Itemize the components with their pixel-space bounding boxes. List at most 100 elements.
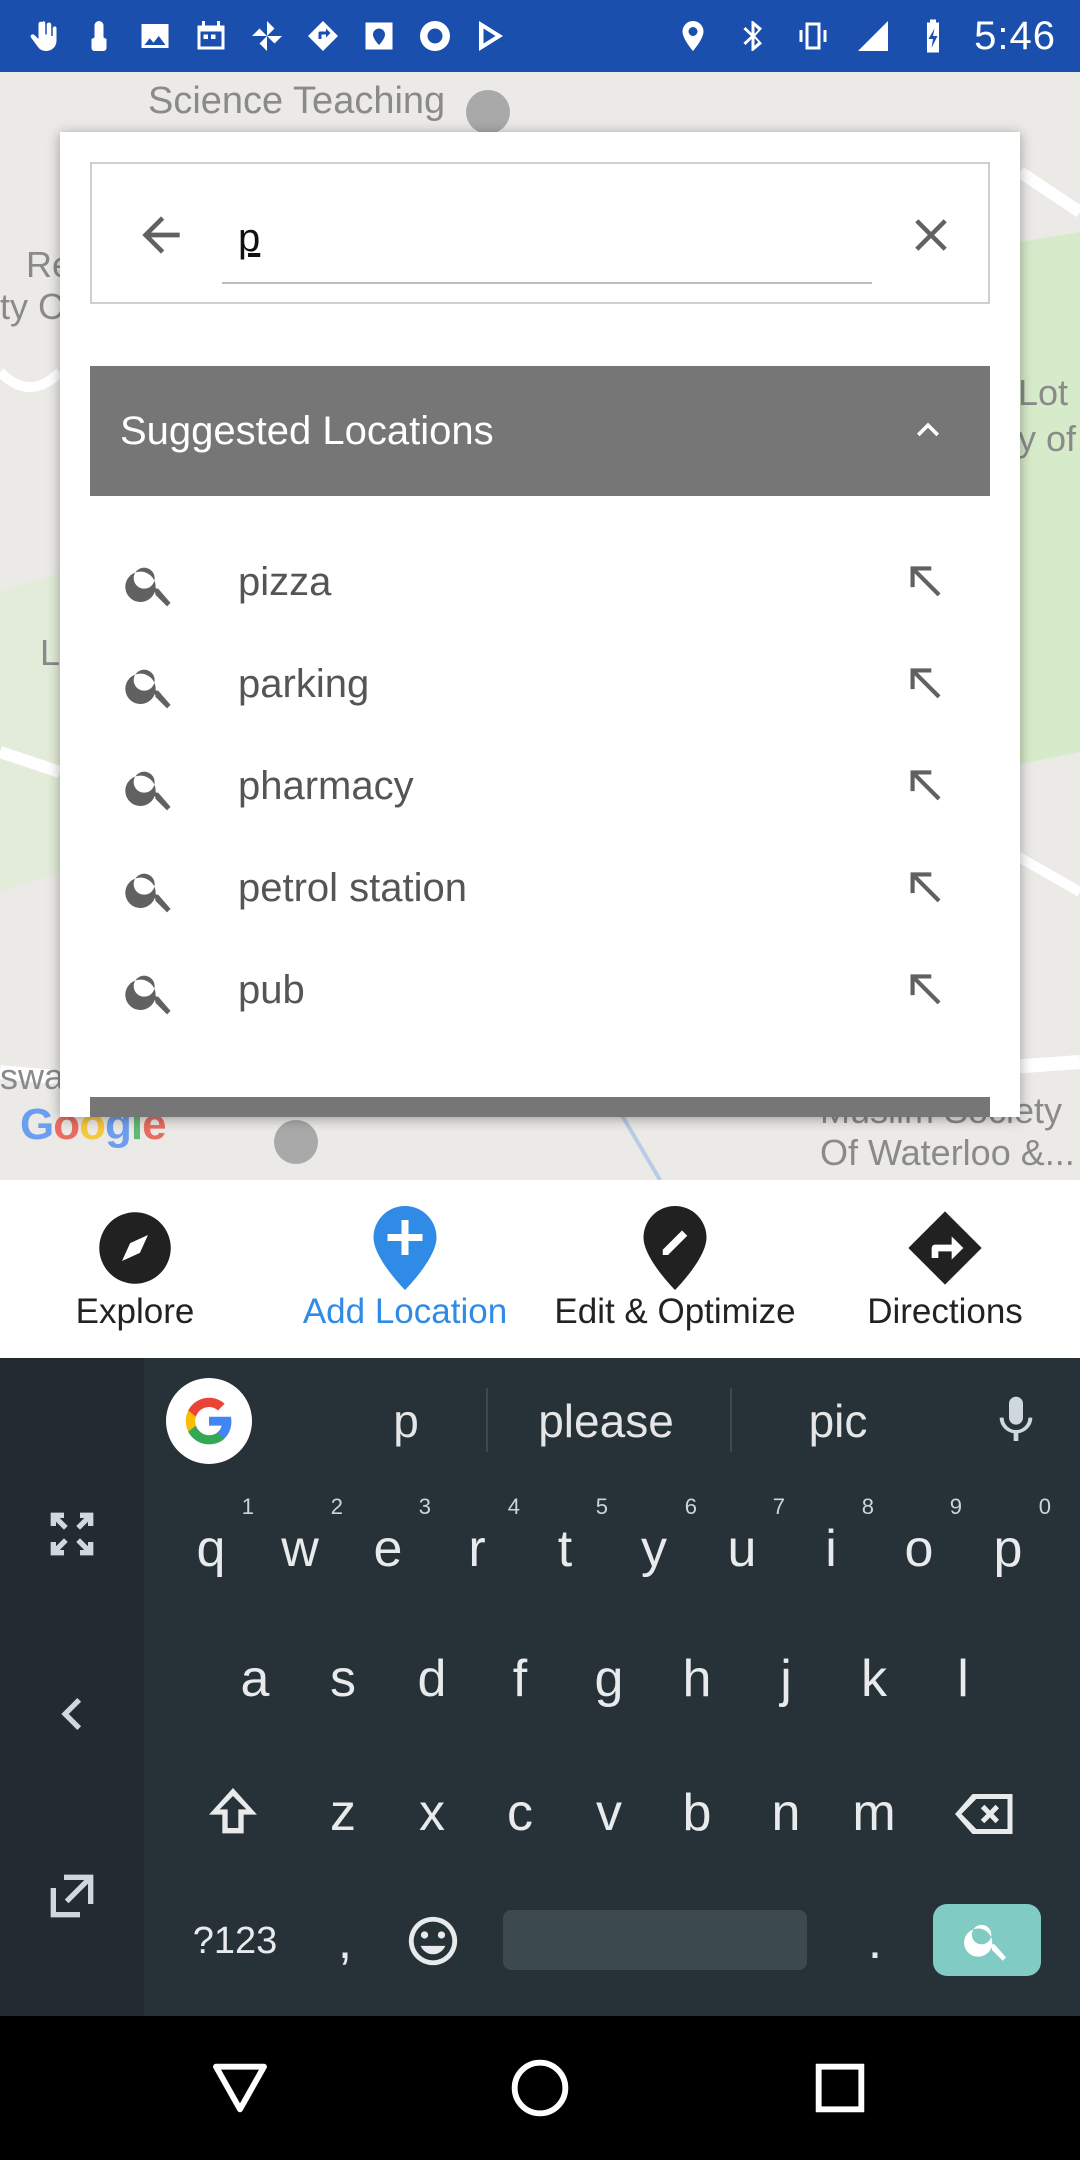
key-z[interactable]: z	[298, 1758, 388, 1868]
radio-icon	[416, 17, 454, 55]
arrow-up-left-icon[interactable]	[898, 864, 948, 914]
touch-icon	[80, 17, 118, 55]
key-a[interactable]: a	[210, 1624, 300, 1734]
float-keyboard-icon[interactable]	[40, 1864, 104, 1928]
key-f[interactable]: f	[475, 1624, 565, 1734]
arrow-up-left-icon[interactable]	[898, 966, 948, 1016]
key-p[interactable]: p0	[963, 1494, 1053, 1604]
key-v[interactable]: v	[564, 1758, 654, 1868]
key-s[interactable]: s	[298, 1624, 388, 1734]
shift-key[interactable]	[188, 1758, 278, 1868]
chevron-up-icon	[917, 422, 939, 437]
search-action-key[interactable]	[933, 1904, 1041, 1976]
suggestion-divider	[486, 1388, 488, 1452]
key-w[interactable]: w2	[255, 1494, 345, 1604]
nav-explore[interactable]: Explore	[0, 1180, 270, 1358]
key-r[interactable]: r4	[432, 1494, 522, 1604]
home-circle-icon[interactable]	[508, 2056, 572, 2120]
back-triangle-icon[interactable]	[208, 2056, 272, 2120]
key-e[interactable]: e3	[343, 1494, 433, 1604]
key-u[interactable]: u7	[697, 1494, 787, 1604]
suggestion-item-pharmacy[interactable]: pharmacy	[90, 736, 990, 838]
arrow-up-left-icon[interactable]	[898, 660, 948, 710]
search-input[interactable]	[222, 184, 872, 284]
key-i[interactable]: i8	[786, 1494, 876, 1604]
nav-directions[interactable]: Directions	[810, 1180, 1080, 1358]
signal-icon	[854, 17, 892, 55]
key-c[interactable]: c	[475, 1758, 565, 1868]
key-l[interactable]: l	[918, 1624, 1008, 1734]
compass-icon	[95, 1208, 175, 1288]
space-key[interactable]	[503, 1910, 807, 1970]
map-label-bottom-left: swa	[0, 1056, 65, 1097]
map-label-right2: y of	[1018, 418, 1077, 459]
key-k[interactable]: k	[829, 1624, 919, 1734]
nav-directions-label: Directions	[867, 1292, 1023, 1331]
search-icon	[964, 1924, 1007, 1961]
shift-icon	[209, 1788, 257, 1834]
search-box	[90, 162, 990, 304]
key-d[interactable]: d	[387, 1624, 477, 1734]
key-g[interactable]: g	[564, 1624, 654, 1734]
emoji-icon	[408, 1916, 458, 1966]
clear-button[interactable]	[896, 200, 966, 270]
nav-add-location[interactable]: Add Location	[270, 1180, 540, 1358]
section-title: Suggested Locations	[120, 408, 494, 453]
key-n[interactable]: n	[741, 1758, 831, 1868]
suggestion-item-pizza[interactable]: pizza	[90, 532, 990, 634]
microphone-icon[interactable]	[988, 1392, 1044, 1448]
search-dialog: Suggested Locations pizza parking pharma…	[60, 132, 1020, 1117]
edit-location-icon	[635, 1206, 715, 1290]
bluetooth-icon	[734, 17, 772, 55]
suggestion-word[interactable]: p	[296, 1394, 516, 1448]
suggestion-label: parking	[238, 662, 370, 706]
nav-add-location-label: Add Location	[302, 1292, 508, 1331]
search-icon	[125, 567, 171, 607]
map-label-science: Science Teaching	[148, 80, 446, 122]
nav-edit-optimize[interactable]: Edit & Optimize	[540, 1180, 810, 1358]
suggestion-label: pharmacy	[238, 764, 414, 808]
add-location-icon	[365, 1206, 445, 1290]
key-y[interactable]: y6	[609, 1494, 699, 1604]
google-button[interactable]	[166, 1378, 252, 1464]
period-key[interactable]: .	[830, 1886, 920, 1996]
backspace-key[interactable]	[940, 1758, 1030, 1868]
map-label-left2: ty C	[0, 286, 65, 327]
map-label-left3: L	[40, 632, 61, 673]
suggestion-item-petrol-station[interactable]: petrol station	[90, 838, 990, 940]
key-m[interactable]: m	[829, 1758, 919, 1868]
symbols-key[interactable]: ?123	[180, 1886, 290, 1996]
key-h[interactable]: h	[652, 1624, 742, 1734]
suggestion-label: petrol station	[238, 866, 468, 910]
key-j[interactable]: j	[741, 1624, 831, 1734]
status-bar: 5:46	[0, 0, 1080, 72]
recents-square-icon[interactable]	[808, 2056, 872, 2120]
directions-icon	[905, 1208, 985, 1288]
emoji-key[interactable]	[388, 1886, 478, 1996]
key-q[interactable]: q1	[166, 1494, 256, 1604]
fullscreen-icon[interactable]	[40, 1502, 104, 1566]
suggested-locations-header[interactable]: Suggested Locations	[90, 366, 990, 496]
key-x[interactable]: x	[387, 1758, 477, 1868]
suggestion-item-pub[interactable]: pub	[90, 940, 990, 1042]
key-o[interactable]: o9	[874, 1494, 964, 1604]
suggestion-word[interactable]: please	[496, 1394, 716, 1448]
bottom-nav: Explore Add Location Edit & Optimize Dir…	[0, 1180, 1080, 1358]
back-button[interactable]	[126, 200, 196, 270]
nav-explore-label: Explore	[75, 1292, 195, 1331]
arrow-up-left-icon[interactable]	[898, 558, 948, 608]
map-label-bottom-right2: Of Waterloo &...	[820, 1132, 1075, 1173]
comma-key[interactable]: ,	[300, 1886, 390, 1996]
suggestion-strip: p please pic	[144, 1358, 1080, 1484]
arrow-up-left-icon[interactable]	[898, 762, 948, 812]
suggestion-item-parking[interactable]: parking	[90, 634, 990, 736]
chevron-left-icon[interactable]	[40, 1682, 104, 1746]
key-t[interactable]: t5	[520, 1494, 610, 1604]
key-b[interactable]: b	[652, 1758, 742, 1868]
battery-charging-icon	[914, 17, 952, 55]
play-store-icon	[472, 17, 510, 55]
close-icon	[915, 219, 947, 251]
calendar-icon	[192, 17, 230, 55]
suggestion-word[interactable]: pic	[728, 1394, 948, 1448]
nav-edit-optimize-label: Edit & Optimize	[554, 1292, 796, 1331]
